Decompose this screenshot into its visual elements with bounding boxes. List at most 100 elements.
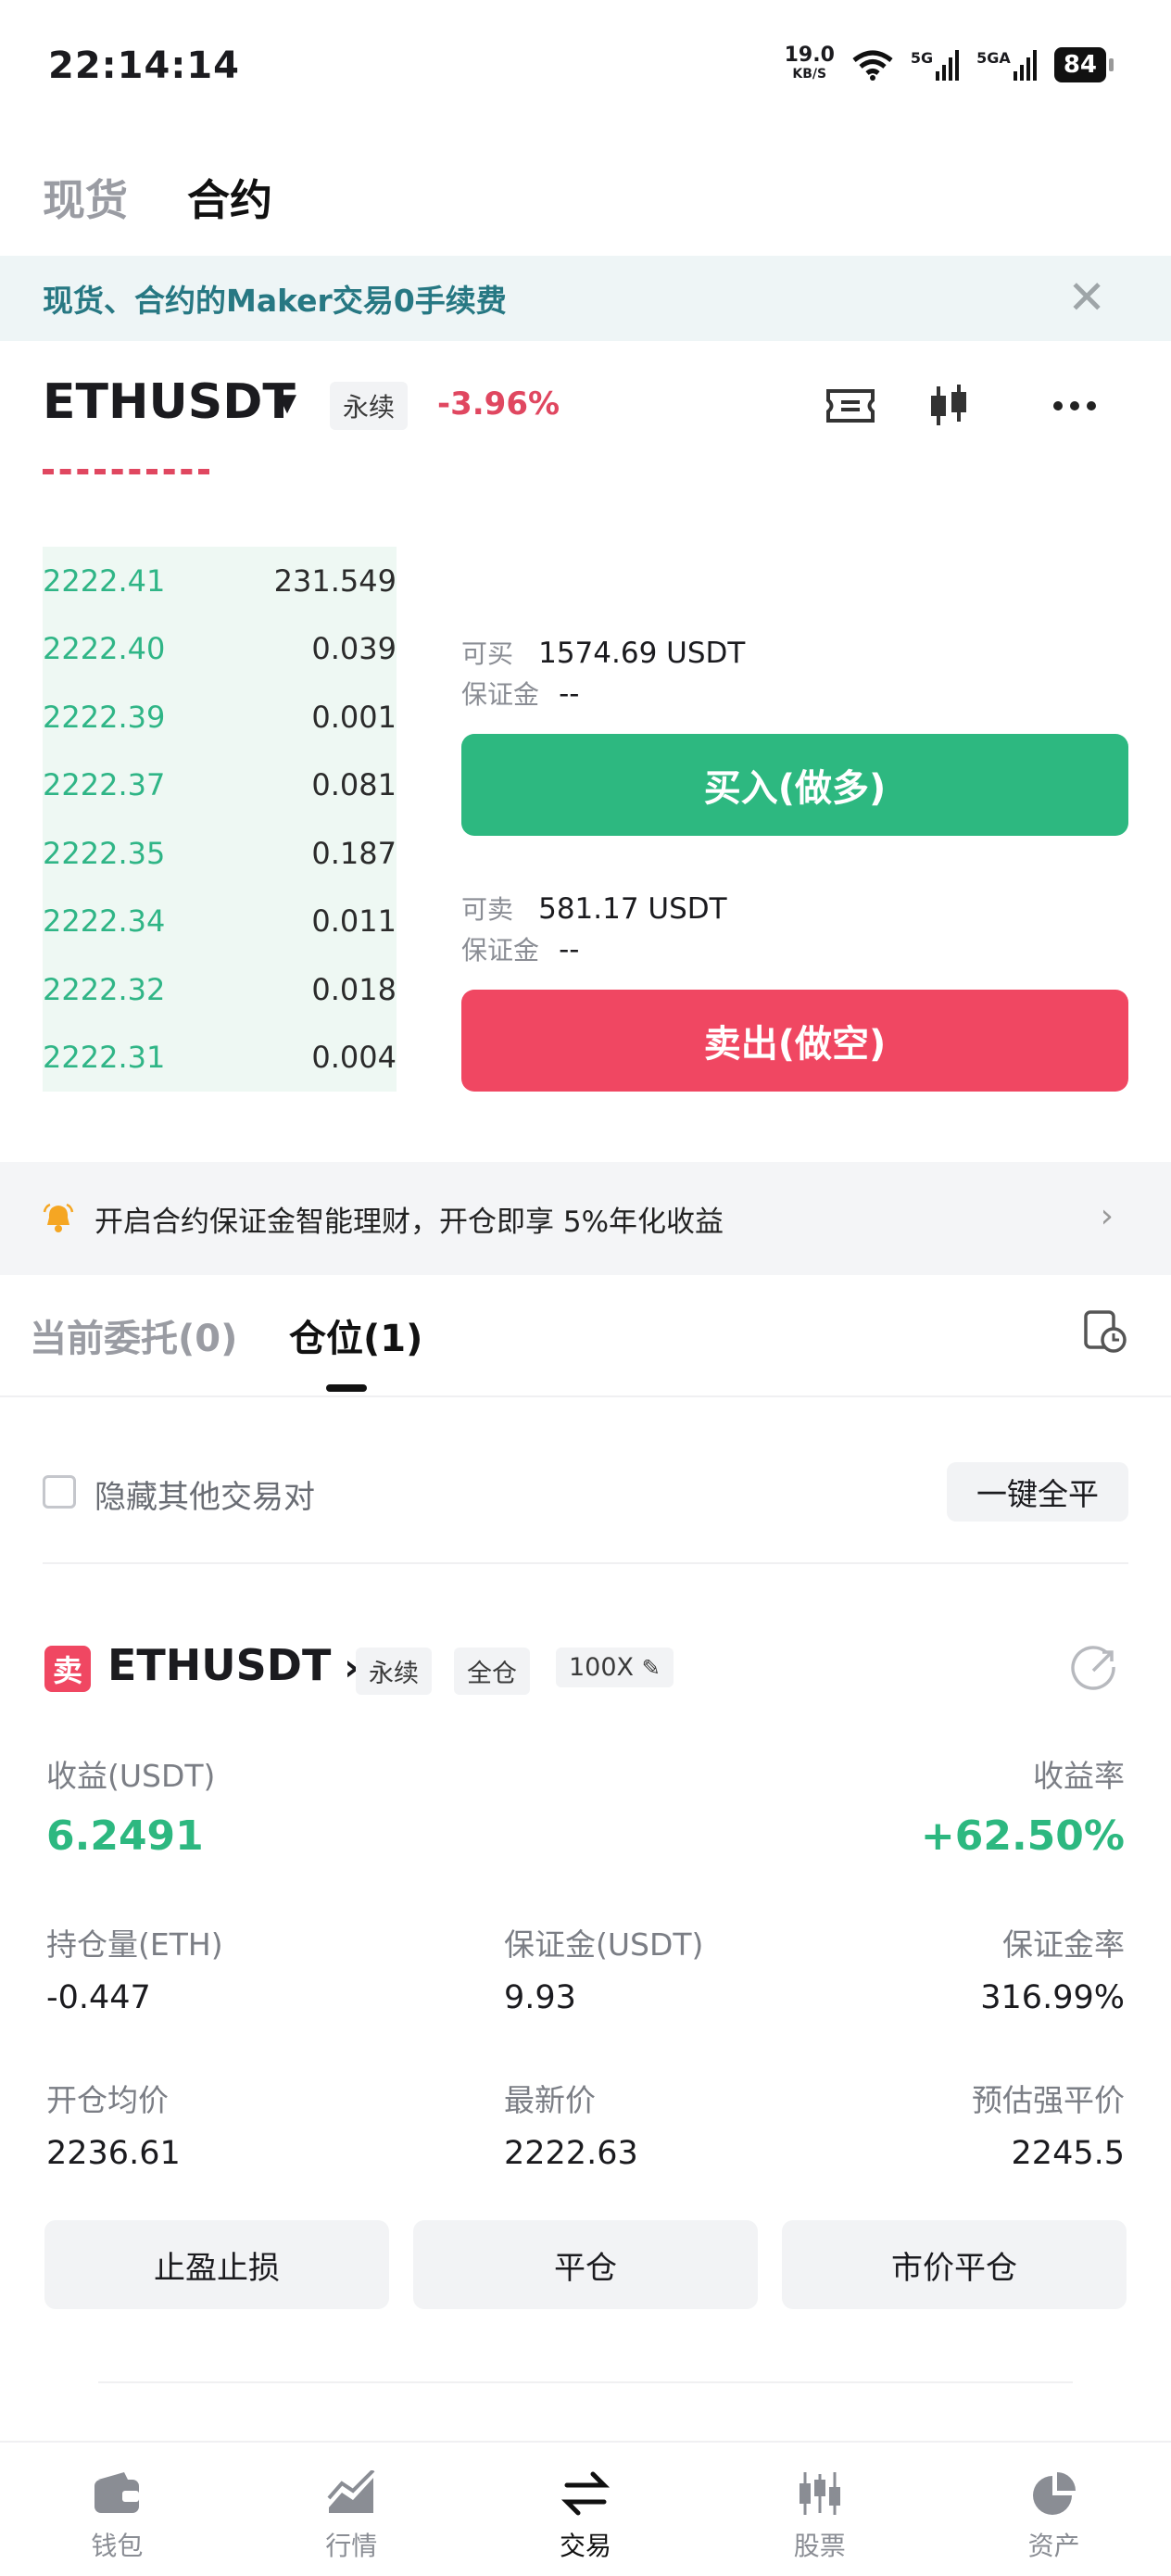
margin-value: 9.93 (504, 1979, 576, 2016)
bid-quantity: 0.004 (311, 1040, 397, 1076)
entry-price-value: 2236.61 (46, 2135, 181, 2172)
divider (43, 1562, 1128, 1564)
margin-ratio-label: 保证金率 (1002, 1926, 1125, 1963)
promo-banner[interactable]: 现货、合约的Maker交易0手续费 ✕ (0, 256, 1171, 341)
candlestick-icon[interactable] (921, 378, 976, 434)
pnl-label: 收益(USDT) (46, 1758, 216, 1794)
market-close-button[interactable]: 市价平仓 (782, 2220, 1127, 2309)
wallet-icon (94, 2472, 140, 2513)
tab-positions[interactable]: 仓位(1) (289, 1308, 422, 1362)
bid-price: 2222.31 (43, 1040, 166, 1076)
bottom-nav: 钱包 行情 交易 股票 资产 (0, 2441, 1171, 2576)
earn-banner[interactable]: 开启合约保证金智能理财，开仓即享 5%年化收益 › (0, 1162, 1171, 1275)
side-badge: 卖 (44, 1646, 91, 1692)
sell-margin-label: 保证金 (461, 935, 540, 966)
bid-price: 2222.39 (43, 699, 166, 735)
sell-available: 可卖 581.17 USDT (461, 890, 727, 927)
nav-stocks[interactable]: 股票 (702, 2443, 937, 2576)
size-value: -0.447 (46, 1979, 151, 2016)
liq-price-label: 预估强平价 (972, 2082, 1125, 2118)
pie-chart-icon (1032, 2472, 1076, 2515)
sell-margin: 保证金 -- (461, 930, 579, 967)
signal-5g: 5G (911, 49, 960, 81)
order-book-row[interactable]: 2222.34 0.011 (43, 887, 397, 955)
status-time: 22:14:14 (48, 44, 240, 87)
bid-quantity: 0.081 (311, 767, 397, 803)
bid-price: 2222.34 (43, 903, 166, 940)
order-book-row[interactable]: 2222.37 0.081 (43, 751, 397, 819)
buy-margin-value: -- (559, 677, 580, 711)
bid-price: 2222.40 (43, 631, 166, 667)
nav-markets-label: 行情 (325, 2531, 378, 2561)
nav-trade-label: 交易 (559, 2531, 611, 2561)
nav-assets[interactable]: 资产 (937, 2443, 1171, 2576)
buy-available-value: 1574.69 USDT (538, 637, 746, 670)
perpetual-tag: 永续 (356, 1648, 432, 1695)
order-book-row[interactable]: 2222.31 0.004 (43, 1023, 397, 1092)
hide-others-checkbox[interactable] (43, 1475, 76, 1509)
buy-available: 可买 1574.69 USDT (461, 634, 745, 671)
nav-assets-label: 资产 (1027, 2531, 1080, 2561)
tp-sl-button[interactable]: 止盈止损 (44, 2220, 389, 2309)
bid-price: 2222.37 (43, 767, 166, 803)
sell-available-label: 可卖 (461, 894, 514, 925)
caret-down-icon[interactable]: ▼ (278, 389, 296, 417)
ask-price-fragment (43, 463, 209, 474)
signal-5ga: 5GA (976, 49, 1038, 81)
price-change: -3.96% (437, 385, 560, 423)
buy-margin-label: 保证金 (461, 679, 540, 710)
tab-contract[interactable]: 合约 (187, 167, 272, 228)
hide-others-label: 隐藏其他交易对 (94, 1479, 315, 1516)
roe-label: 收益率 (1033, 1758, 1125, 1794)
order-book-row[interactable]: 2222.35 0.187 (43, 819, 397, 888)
bid-price: 2222.41 (43, 562, 166, 599)
close-position-button[interactable]: 平仓 (413, 2220, 758, 2309)
bid-quantity: 0.018 (311, 971, 397, 1007)
margin-label: 保证金(USDT) (504, 1926, 704, 1963)
size-label: 持仓量(ETH) (46, 1926, 223, 1963)
bid-price: 2222.32 (43, 971, 166, 1007)
share-icon[interactable] (1071, 1645, 1119, 1693)
leverage-tag[interactable]: 100X ✎ (556, 1648, 674, 1687)
wifi-icon (852, 50, 893, 81)
signal-icon (936, 50, 960, 81)
order-book-row[interactable]: 2222.32 0.018 (43, 955, 397, 1024)
tab-open-orders[interactable]: 当前委托(0) (30, 1308, 237, 1362)
nav-trade[interactable]: 交易 (469, 2443, 703, 2576)
bid-quantity: 0.187 (311, 835, 397, 871)
bid-quantity: 0.039 (311, 631, 397, 667)
position-symbol-text: ETHUSDT (107, 1640, 332, 1690)
net-speed-value: 19.0 (784, 44, 835, 67)
bid-quantity: 0.001 (311, 699, 397, 735)
nav-markets[interactable]: 行情 (234, 2443, 469, 2576)
status-indicators: 19.0 KB/S 5G 5GA 84 (784, 44, 1114, 83)
margin-ratio-value: 316.99% (980, 1979, 1125, 2016)
history-icon[interactable] (1082, 1308, 1128, 1358)
mark-price-label: 最新价 (504, 2082, 596, 2118)
order-book-row[interactable]: 2222.41 231.549 (43, 547, 397, 615)
close-all-button[interactable]: 一键全平 (947, 1462, 1128, 1522)
order-book-bids: 2222.41 231.549 2222.40 0.039 2222.39 0.001 22… (43, 547, 397, 1092)
order-book-row[interactable]: 2222.39 0.001 (43, 683, 397, 751)
mark-price-value: 2222.63 (504, 2135, 638, 2172)
position-symbol[interactable]: ETHUSDT › (107, 1640, 359, 1690)
bell-icon (43, 1203, 74, 1232)
pair-symbol[interactable]: ETHUSDT (43, 374, 296, 430)
divider (98, 2381, 1073, 2383)
buy-long-button[interactable]: 买入(做多) (461, 734, 1128, 836)
edit-icon: ✎ (641, 1655, 661, 1681)
sell-short-button[interactable]: 卖出(做空) (461, 990, 1128, 1092)
ticket-icon[interactable] (823, 378, 878, 434)
nav-wallet[interactable]: 钱包 (0, 2443, 234, 2576)
order-book-row[interactable]: 2222.40 0.039 (43, 614, 397, 683)
signal-icon (1013, 50, 1037, 81)
pnl-value: 6.2491 (46, 1812, 204, 1860)
tab-spot[interactable]: 现货 (43, 167, 128, 228)
close-icon[interactable]: ✕ (1067, 274, 1106, 321)
bid-quantity: 0.011 (311, 903, 397, 940)
active-tab-indicator (326, 1384, 367, 1392)
entry-price-label: 开仓均价 (46, 2082, 169, 2118)
swap-icon (560, 2471, 611, 2516)
sell-margin-value: -- (559, 933, 580, 966)
more-icon[interactable] (1047, 378, 1102, 434)
